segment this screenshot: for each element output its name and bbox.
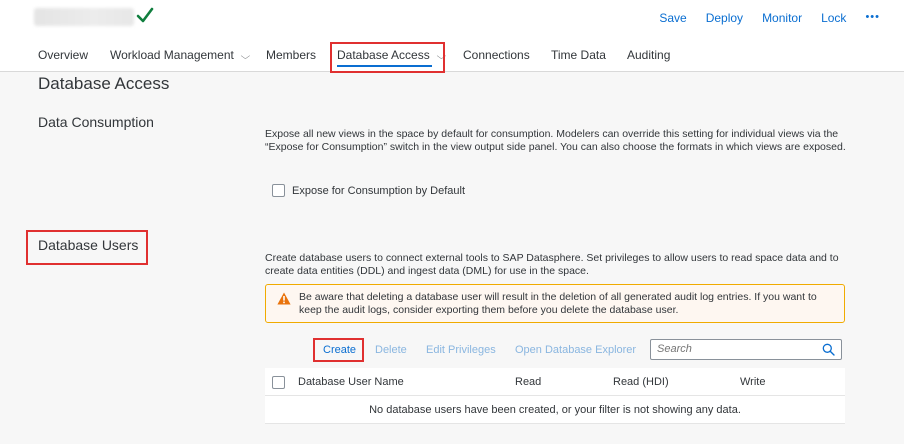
monitor-button[interactable]: Monitor: [762, 11, 802, 25]
tab-label: Time Data: [551, 48, 606, 62]
tab-label: Workload Management: [110, 48, 234, 62]
edit-privileges-button[interactable]: Edit Privileges: [426, 344, 496, 356]
active-tab-indicator: [337, 65, 432, 67]
column-header-write[interactable]: Write: [740, 376, 765, 388]
open-database-explorer-button[interactable]: Open Database Explorer: [515, 344, 636, 356]
tab-time-data[interactable]: Time Data: [551, 48, 606, 62]
tab-label: Overview: [38, 48, 89, 62]
tab-label: Auditing: [627, 48, 671, 62]
tab-bar: Overview Workload Management ⌵ Members Da…: [0, 38, 904, 72]
chevron-down-icon: ⌵: [436, 51, 446, 61]
create-button[interactable]: Create: [323, 344, 356, 356]
column-header-user-name[interactable]: Database User Name: [298, 376, 404, 388]
data-consumption-description: Expose all new views in the space by def…: [265, 128, 846, 153]
search-field[interactable]: [650, 339, 842, 360]
expose-consumption-label: Expose for Consumption by Default: [292, 184, 466, 197]
delete-button[interactable]: Delete: [375, 344, 407, 356]
tab-database-access[interactable]: Database Access ⌵: [337, 48, 446, 62]
tab-workload-management[interactable]: Workload Management ⌵: [110, 48, 251, 62]
search-icon[interactable]: [822, 343, 835, 356]
tab-connections[interactable]: Connections: [463, 48, 530, 62]
lock-button[interactable]: Lock: [821, 11, 846, 25]
warning-text: Be aware that deleting a database user w…: [299, 291, 817, 316]
page-title: Database Access: [38, 74, 170, 93]
header-actions: Save Deploy Monitor Lock •••: [640, 11, 880, 25]
tab-auditing[interactable]: Auditing: [627, 48, 670, 62]
checkmark-icon: [136, 7, 154, 23]
expose-consumption-checkbox[interactable]: [272, 184, 285, 197]
tab-overview[interactable]: Overview: [38, 48, 88, 62]
more-options-icon[interactable]: •••: [865, 11, 880, 25]
warning-icon: [277, 292, 291, 305]
chevron-down-icon: ⌵: [240, 51, 251, 61]
column-header-read[interactable]: Read: [515, 376, 541, 388]
save-button[interactable]: Save: [659, 11, 686, 25]
select-all-checkbox[interactable]: [272, 376, 285, 389]
tab-members[interactable]: Members: [266, 48, 316, 62]
deploy-button[interactable]: Deploy: [706, 11, 743, 25]
column-header-read-hdi[interactable]: Read (HDI): [613, 376, 669, 388]
tab-label: Database Access: [337, 48, 430, 62]
table-empty-message: No database users have been created, or …: [265, 396, 845, 424]
tab-label: Connections: [463, 48, 530, 62]
search-input[interactable]: [657, 343, 817, 355]
expose-consumption-checkbox-row[interactable]: Expose for Consumption by Default: [272, 184, 465, 197]
data-consumption-title: Data Consumption: [38, 114, 154, 130]
tab-label: Members: [266, 48, 317, 62]
database-users-toolbar: Create Delete Edit Privileges Open Datab…: [265, 337, 845, 363]
space-name-redacted: [34, 8, 134, 26]
table-header: Database User Name Read Read (HDI) Write: [265, 368, 845, 396]
database-users-description: Create database users to connect externa…: [265, 252, 839, 277]
database-users-table: Database User Name Read Read (HDI) Write…: [265, 368, 845, 424]
space-header: Save Deploy Monitor Lock ••• Overview Wo…: [0, 0, 904, 72]
audit-log-warning: Be aware that deleting a database user w…: [265, 284, 845, 323]
database-users-title: Database Users: [38, 237, 139, 253]
